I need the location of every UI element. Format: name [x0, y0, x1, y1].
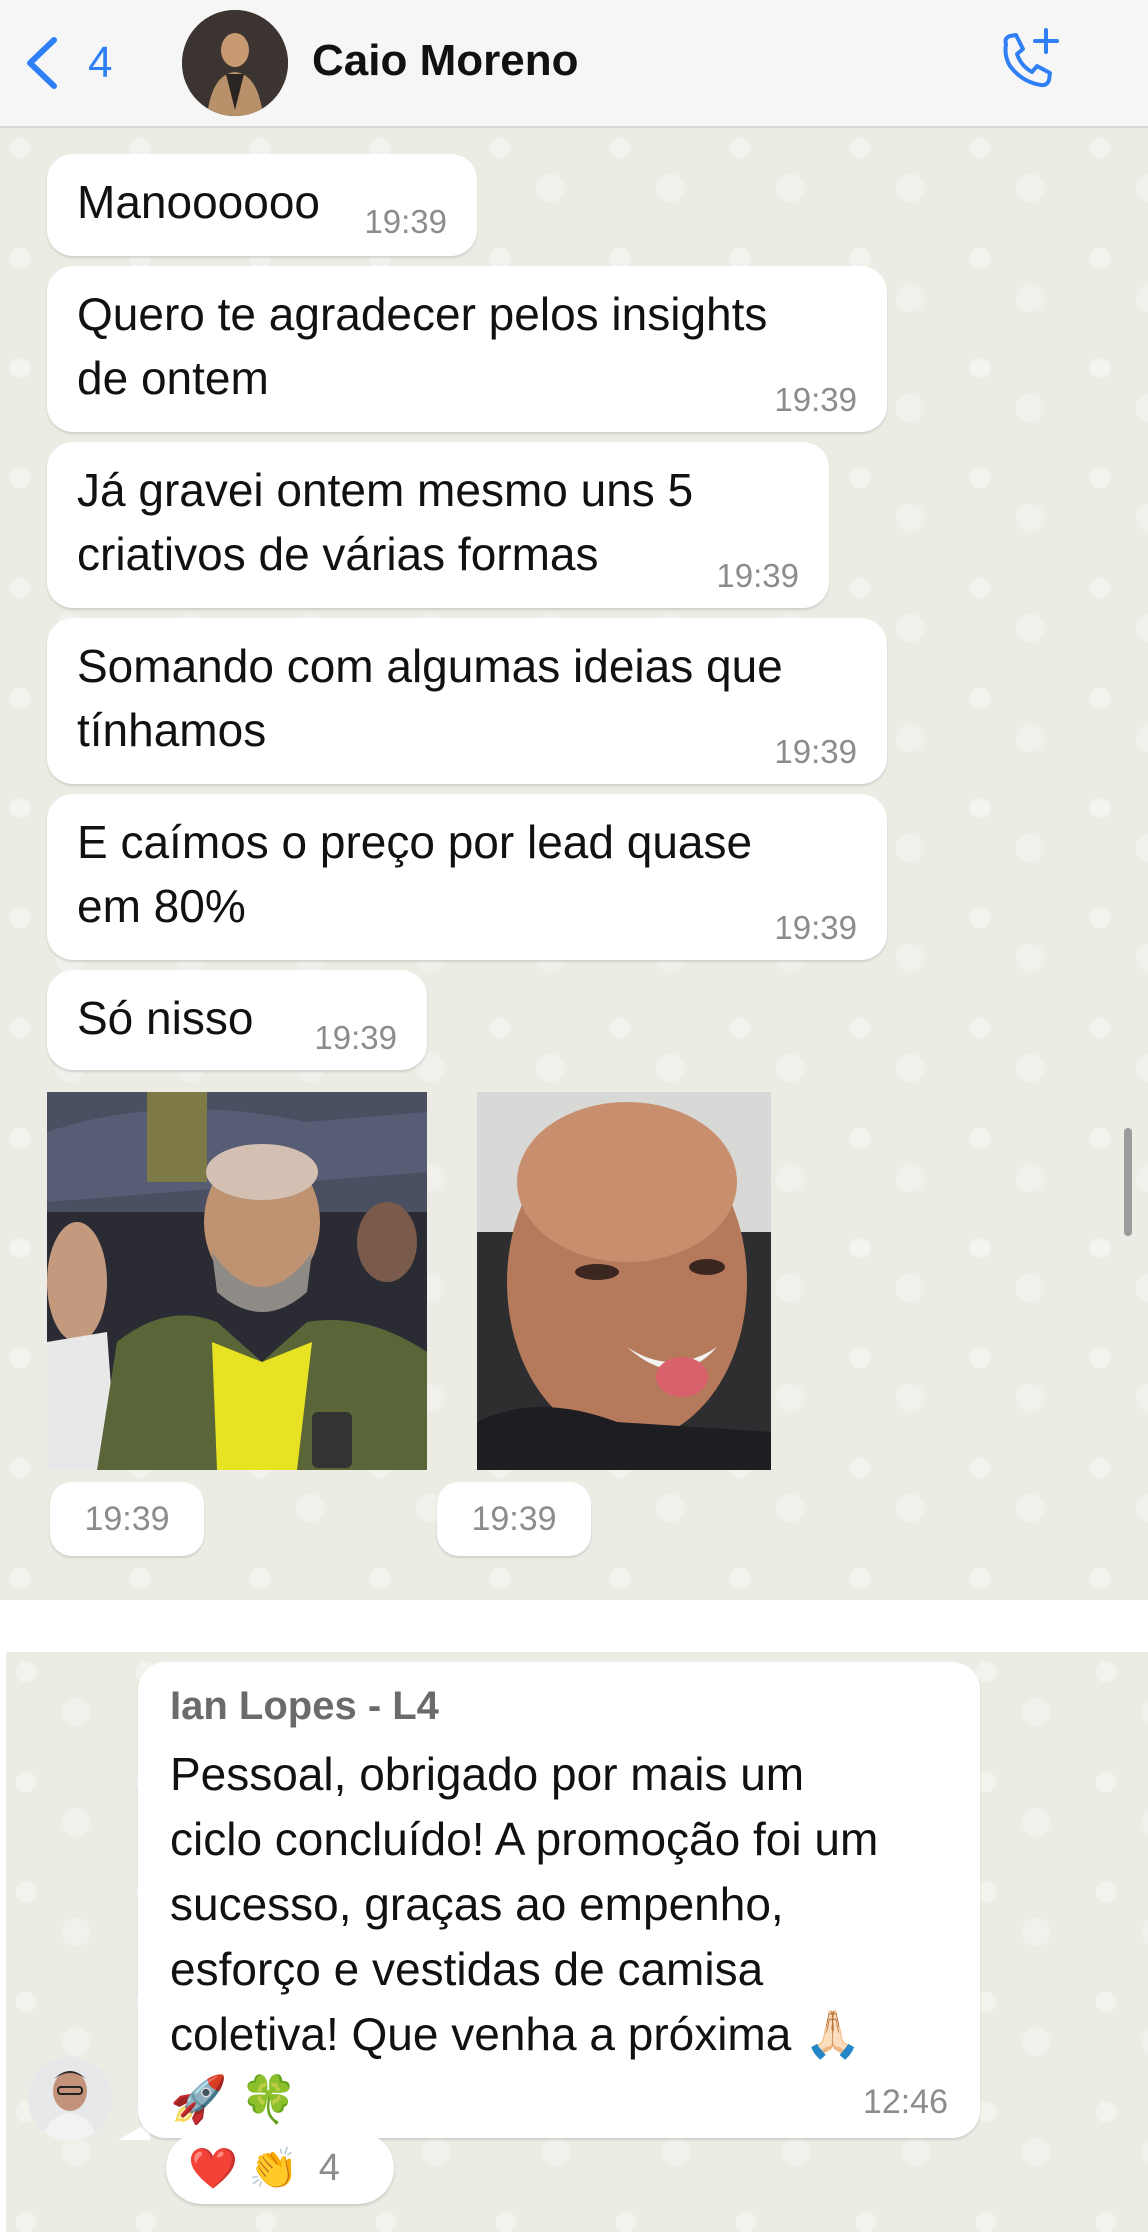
message-text: Quero te agradecer pelos insights de ont…	[77, 288, 768, 404]
sender-avatar[interactable]	[28, 2057, 112, 2141]
add-call-button[interactable]	[992, 26, 1064, 98]
contact-avatar[interactable]	[182, 10, 288, 116]
message-bubble[interactable]: Somando com algumas ideias que tínhamos …	[47, 618, 887, 784]
message-time: 19:39	[364, 203, 447, 240]
message-text: E caímos o preço por lead quase em 80%	[77, 816, 753, 932]
message-text: Pessoal, obrigado por mais um ciclo conc…	[170, 1742, 960, 2132]
message-bubble[interactable]: Já gravei ontem mesmo uns 5 criativos de…	[47, 442, 829, 608]
photo-message[interactable]	[477, 1092, 771, 1470]
photo-time: 19:39	[50, 1482, 204, 1556]
message-text: Já gravei ontem mesmo uns 5 criativos de…	[77, 464, 694, 580]
message-line: esforço e vestidas de camisa	[170, 1943, 764, 1995]
group-message-bubble[interactable]: Ian Lopes - L4 Pessoal, obrigado por mai…	[138, 1662, 980, 2138]
chat-messages-area[interactable]: Manoooooo 19:39 Quero te agradecer pelos…	[0, 128, 1148, 1600]
message-line: coletiva! Que venha a próxima 🙏🏻	[170, 2008, 862, 2060]
message-text: Somando com algumas ideias que tínhamos	[77, 640, 783, 756]
chevron-left-icon	[27, 37, 57, 89]
message-time: 19:39	[314, 1019, 397, 1056]
message-bubble[interactable]: Quero te agradecer pelos insights de ont…	[47, 266, 887, 432]
phone-plus-icon	[1003, 28, 1059, 88]
message-time: 19:39	[774, 733, 857, 770]
message-bubble[interactable]: Só nisso 19:39	[47, 970, 427, 1070]
photo-time: 19:39	[437, 1482, 591, 1556]
message-time: 19:39	[774, 381, 857, 418]
message-bubble[interactable]: E caímos o preço por lead quase em 80% 1…	[47, 794, 887, 960]
reaction-emojis: ❤️ 👏	[188, 2146, 299, 2191]
message-time: 19:39	[774, 909, 857, 946]
message-line: 🚀 🍀	[170, 2073, 298, 2125]
message-bubble[interactable]: Manoooooo 19:39	[47, 154, 477, 256]
message-time: 19:39	[716, 557, 799, 594]
back-button[interactable]: 4	[22, 30, 132, 96]
message-line: sucesso, graças ao empenho,	[170, 1878, 784, 1930]
photo-message[interactable]	[47, 1092, 427, 1470]
reaction-count: 4	[318, 2146, 340, 2189]
unread-count: 4	[88, 38, 113, 87]
message-line: Pessoal, obrigado por mais um	[170, 1748, 805, 1800]
message-time: 12:46	[862, 2083, 948, 2121]
message-line: ciclo concluído! A promoção foi um	[170, 1813, 879, 1865]
scrollbar[interactable]	[1124, 1128, 1132, 1236]
sender-name[interactable]: Ian Lopes - L4	[170, 1684, 439, 1729]
contact-name[interactable]: Caio Moreno	[312, 36, 578, 86]
group-chat-area[interactable]: Ian Lopes - L4 Pessoal, obrigado por mai…	[6, 1652, 1148, 2232]
reactions-pill[interactable]: ❤️ 👏 4	[166, 2132, 394, 2204]
chat-header: 4 Caio Moreno	[0, 0, 1148, 128]
